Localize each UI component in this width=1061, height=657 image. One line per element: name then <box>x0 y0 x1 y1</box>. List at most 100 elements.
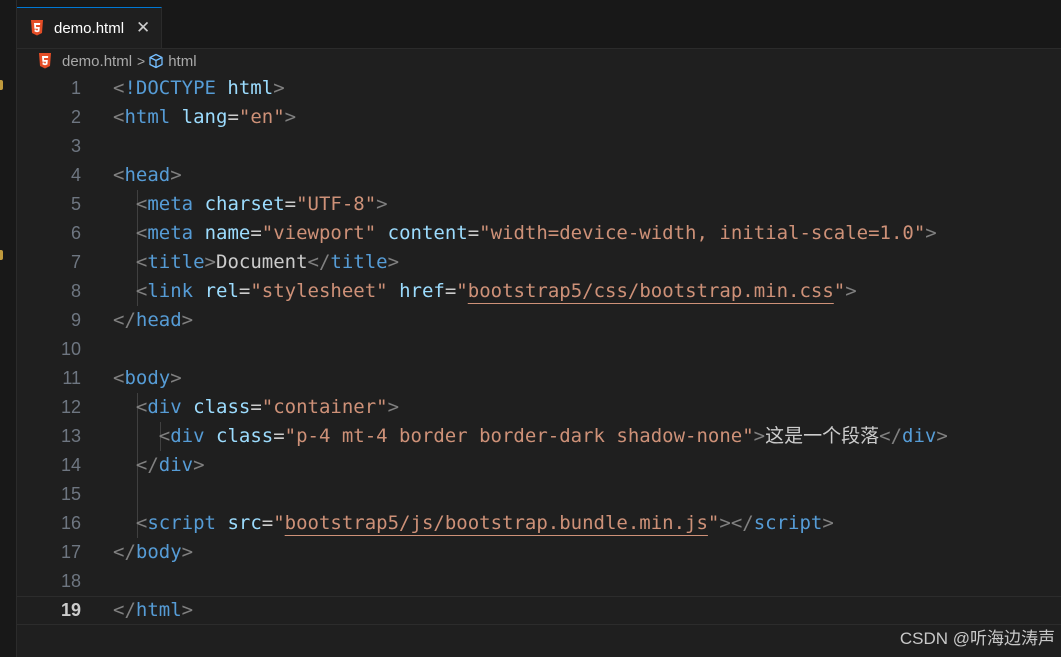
code-token: " <box>456 280 468 302</box>
html5-icon <box>39 53 51 69</box>
watermark: CSDN @听海边涛声 <box>899 629 1055 648</box>
code-line[interactable]: 9 </head> <box>17 306 1061 335</box>
code-line[interactable]: 8 <link rel="stylesheet" href="bootstrap… <box>17 277 1061 306</box>
code-line[interactable]: 16 <script src="bootstrap5/js/bootstrap.… <box>17 509 1061 538</box>
code-line[interactable]: 1 <!DOCTYPE html> <box>17 74 1061 103</box>
code-text: <head> <box>113 161 182 190</box>
close-icon[interactable]: ✕ <box>136 19 150 37</box>
line-number: 10 <box>60 339 81 359</box>
code-token: > <box>181 541 194 563</box>
code-token: < <box>113 77 125 99</box>
code-text: </div> <box>113 451 205 480</box>
breadcrumb-symbol[interactable]: html <box>168 53 196 70</box>
code-token: div <box>158 454 194 476</box>
code-token: head <box>124 164 171 186</box>
code-line[interactable]: 15 <box>17 480 1061 509</box>
code-token: < <box>113 106 125 128</box>
code-token: html <box>227 77 274 99</box>
code-token: name <box>204 222 251 244</box>
code-line[interactable]: 17 </body> <box>17 538 1061 567</box>
code-token: charset <box>204 193 285 215</box>
line-number: 8 <box>70 281 81 301</box>
breadcrumb-file[interactable]: demo.html <box>62 53 132 70</box>
code-line[interactable]: 6 <meta name="viewport" content="width=d… <box>17 219 1061 248</box>
code-text: </body> <box>113 538 193 567</box>
code-token: rel <box>204 280 239 302</box>
code-line[interactable]: 14 </div> <box>17 451 1061 480</box>
code-token: </ <box>113 309 136 331</box>
code-token: > <box>387 396 400 418</box>
line-number: 17 <box>60 542 81 562</box>
code-token: < <box>135 396 148 418</box>
code-text: <!DOCTYPE html> <box>113 74 285 103</box>
code-token: title <box>330 251 388 273</box>
activity-bar-edge <box>0 0 17 657</box>
code-line[interactable]: 10 <box>17 335 1061 364</box>
code-token: "width=device-width, initial-scale=1.0" <box>479 222 926 244</box>
code-token: > <box>284 106 297 128</box>
html5-icon <box>31 20 43 36</box>
code-token: </ <box>113 599 136 621</box>
code-token: > <box>170 367 182 389</box>
code-token: > <box>845 280 857 302</box>
code-token: < <box>135 512 148 534</box>
tab-demo-html[interactable]: demo.html ✕ <box>17 7 162 48</box>
tab-label: demo.html <box>54 19 125 37</box>
code-line[interactable]: 12 <div class="container"> <box>17 393 1061 422</box>
code-line[interactable]: 5 <meta charset="UTF-8"> <box>17 190 1061 219</box>
code-token: </ <box>113 541 136 563</box>
code-editor[interactable]: 1 <!DOCTYPE html> 2 <html lang="en"> 3 4 <head… <box>17 74 1061 657</box>
code-token: 这是一个段落 <box>765 425 880 447</box>
code-token: " <box>833 280 846 302</box>
code-token: < <box>135 251 148 273</box>
code-token: </ <box>135 454 159 476</box>
code-text: <div class="container"> <box>113 393 399 422</box>
code-token: > <box>387 251 400 273</box>
code-token: = <box>261 512 274 534</box>
symbol-cube-icon <box>149 53 163 69</box>
code-line[interactable]: 4 <head> <box>17 161 1061 190</box>
code-text: </html> <box>113 597 193 624</box>
code-token: "stylesheet" <box>250 280 388 302</box>
code-line[interactable]: 11 <body> <box>17 364 1061 393</box>
line-number: 6 <box>70 223 81 243</box>
code-token: > <box>925 222 937 244</box>
code-token: > <box>273 77 285 99</box>
code-token: div <box>170 425 205 447</box>
code-token: < <box>135 222 148 244</box>
line-number: 13 <box>60 426 81 446</box>
code-line[interactable]: 18 <box>17 567 1061 596</box>
code-token: body <box>135 541 182 563</box>
code-token: > <box>170 164 182 186</box>
code-token: html <box>135 599 182 621</box>
editor-area: demo.html ✕ demo.html > html 1 <!DOCTYPE … <box>17 0 1061 657</box>
code-line[interactable]: 19 </html> <box>17 596 1061 625</box>
code-line[interactable]: 3 <box>17 132 1061 161</box>
code-text: <meta name="viewport" content="width=dev… <box>113 219 937 248</box>
code-line[interactable]: 7 <title>Document</title> <box>17 248 1061 277</box>
line-number: 4 <box>70 165 81 185</box>
code-text: <html lang="en"> <box>113 103 296 132</box>
code-line[interactable]: 13 <div class="p-4 mt-4 border border-da… <box>17 422 1061 451</box>
code-token: > <box>936 425 948 447</box>
code-token: > <box>181 599 194 621</box>
code-token: < <box>113 367 125 389</box>
breadcrumb-separator: > <box>137 53 146 69</box>
code-line[interactable]: 2 <html lang="en"> <box>17 103 1061 132</box>
line-number: 5 <box>70 194 81 214</box>
line-number: 15 <box>60 484 81 504</box>
code-token: < <box>135 193 148 215</box>
line-number: 7 <box>70 252 81 272</box>
code-token: < <box>135 280 148 302</box>
code-token: </ <box>879 425 903 447</box>
code-token: class <box>193 396 251 418</box>
